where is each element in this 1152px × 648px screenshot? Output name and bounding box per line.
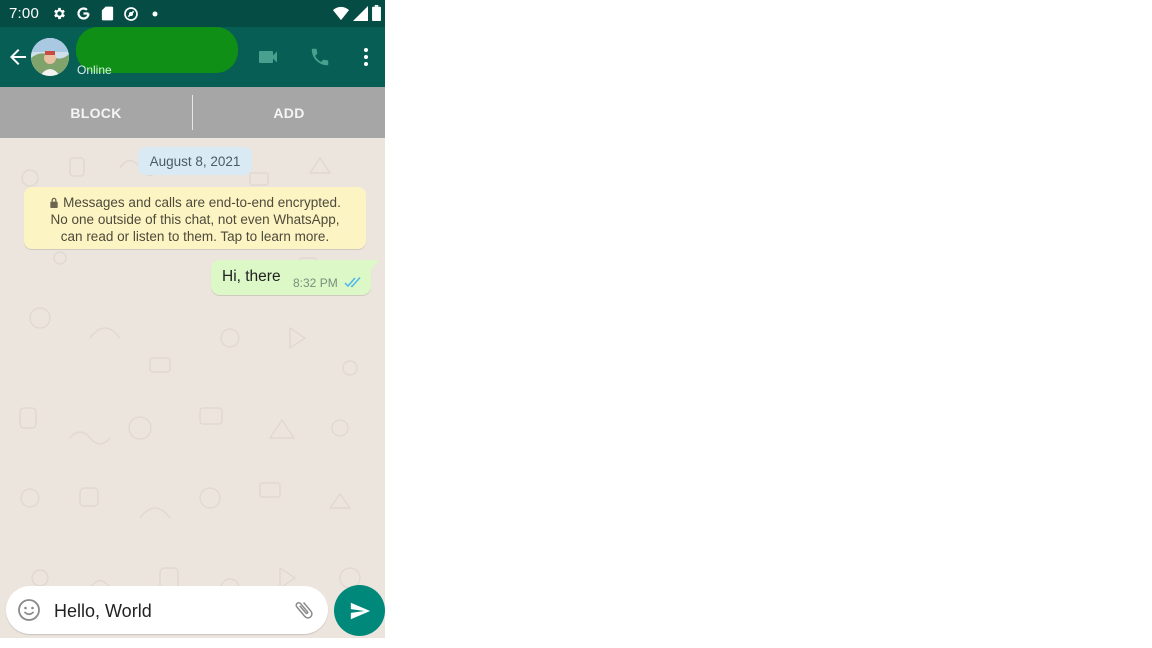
- send-icon: [350, 602, 370, 619]
- voice-call-icon[interactable]: [308, 45, 332, 69]
- chat-header: Online: [0, 27, 385, 87]
- more-vert-icon[interactable]: [354, 45, 378, 69]
- sd-card-icon: [99, 6, 115, 22]
- message-composer: [6, 586, 328, 634]
- back-arrow-icon[interactable]: [6, 45, 30, 69]
- add-contact-button[interactable]: ADD: [193, 87, 385, 138]
- avatar[interactable]: [31, 38, 69, 76]
- send-button[interactable]: [334, 585, 385, 636]
- signal-icon: [353, 5, 368, 26]
- encryption-notice[interactable]: Messages and calls are end-to-end encryp…: [24, 187, 366, 249]
- status-bar: 7:00: [0, 0, 385, 27]
- message-time: 8:32 PM: [293, 276, 338, 290]
- google-icon: [75, 6, 91, 22]
- battery-icon: [372, 5, 381, 26]
- message-input[interactable]: [52, 595, 286, 627]
- encryption-line-3: can read or listen to them. Tap to learn…: [60, 229, 330, 244]
- status-time: 7:00: [9, 5, 39, 22]
- lock-icon: [50, 197, 58, 208]
- attachment-paperclip-icon[interactable]: [292, 598, 316, 622]
- double-check-icon: [344, 277, 361, 288]
- chat-messages-area[interactable]: August 8, 2021 Messages and calls are en…: [0, 138, 385, 638]
- dot-icon: [147, 6, 163, 22]
- message-text: Hi, there: [222, 268, 281, 285]
- wifi-icon: [333, 6, 349, 26]
- settings-icon: [51, 6, 67, 22]
- outgoing-message-bubble[interactable]: Hi, there 8:32 PM: [211, 260, 379, 295]
- at-sign-icon: [123, 6, 139, 22]
- date-chip: August 8, 2021: [138, 147, 252, 175]
- contact-status: Online: [77, 63, 112, 77]
- whatsapp-chat-screen: 7:00 Online BLOCK ADD August 8, 2021 Mes…: [0, 0, 385, 638]
- block-button[interactable]: BLOCK: [0, 87, 192, 138]
- bubble-tail: [369, 260, 379, 272]
- unknown-contact-actions: BLOCK ADD: [0, 87, 385, 138]
- encryption-line-2: No one outside of this chat, not even Wh…: [50, 212, 340, 227]
- encryption-line-1: Messages and calls are end-to-end encryp…: [63, 195, 341, 210]
- emoji-icon[interactable]: [17, 598, 41, 622]
- video-call-icon[interactable]: [256, 45, 280, 69]
